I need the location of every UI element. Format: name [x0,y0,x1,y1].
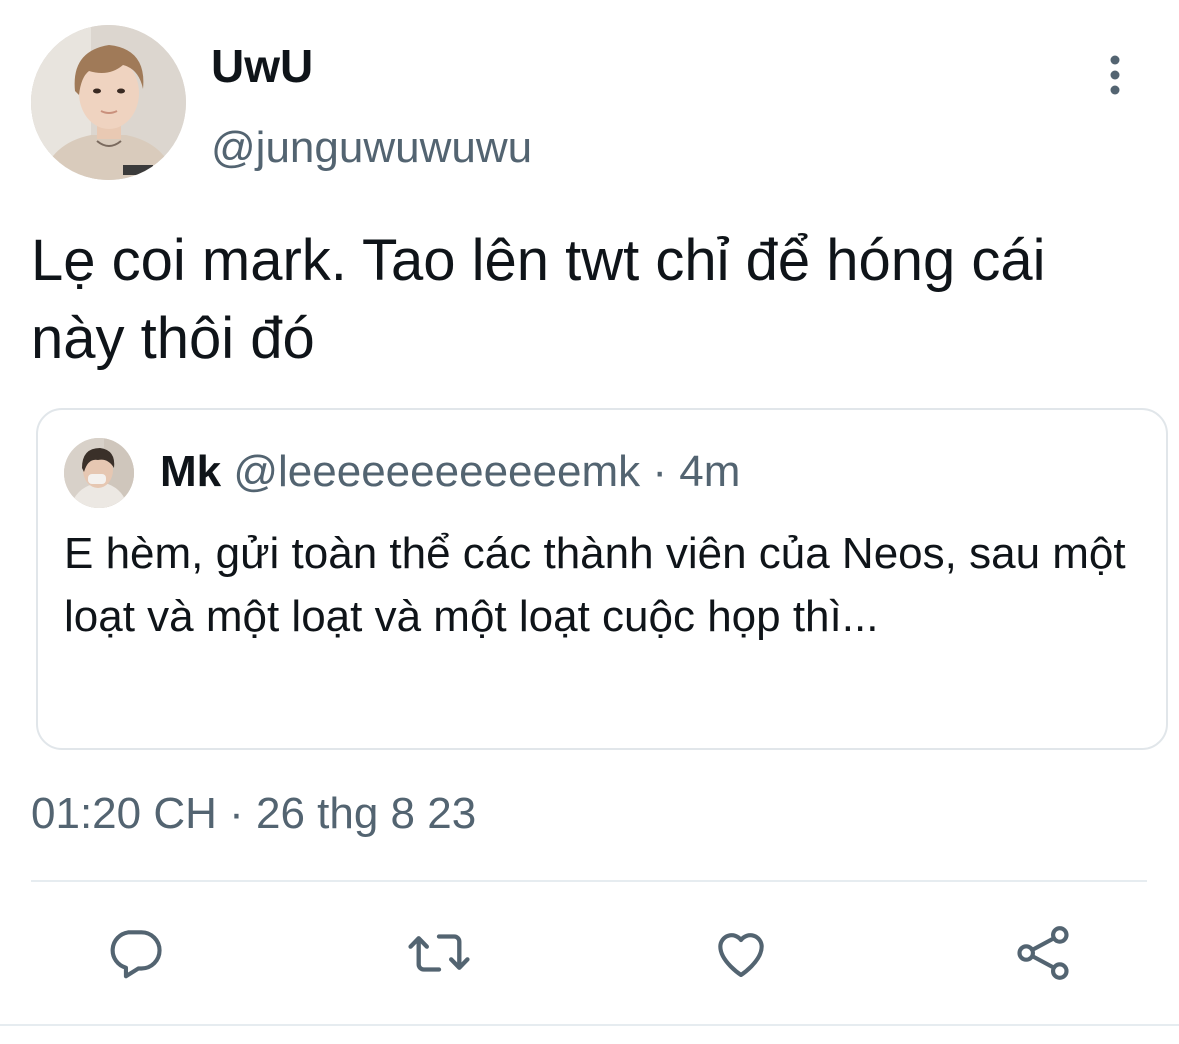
bottom-divider [0,1024,1179,1026]
quoted-author-handle: @leeeeeeeeeeeemk [233,447,641,496]
quoted-tweet-header: Mk @leeeeeeeeeeeemk · 4m [160,444,740,500]
quoted-author-name: Mk [160,447,222,496]
quoted-tweet-card[interactable]: Mk @leeeeeeeeeeeemk · 4m E hèm, gửi toàn… [36,408,1168,750]
meta-separator: · [640,447,680,496]
reply-icon [110,930,162,979]
retweet-icon [408,934,470,972]
heart-icon [718,933,764,978]
tweet-text: Lẹ coi mark. Tao lên twt chỉ để hóng cái… [31,228,1046,371]
more-vertical-icon [1110,55,1120,95]
more-options-button[interactable] [1096,52,1134,100]
quoted-time-ago: 4m [679,447,741,496]
quoted-author-avatar [64,438,134,508]
like-button[interactable] [706,918,776,988]
author-handle[interactable]: @junguwuwuwu [211,118,532,178]
tweet-timestamp[interactable]: 01:20 CH · 26 thg 8 23 [31,786,476,842]
quoted-tweet-text: E hèm, gửi toàn thể các thành viên của N… [64,529,1126,641]
share-icon [1017,926,1069,980]
divider [31,880,1147,882]
reply-button[interactable] [100,918,170,988]
share-button[interactable] [1008,918,1078,988]
author-display-name[interactable]: UwU [211,36,313,96]
retweet-button[interactable] [404,918,474,988]
author-avatar[interactable] [31,25,186,180]
